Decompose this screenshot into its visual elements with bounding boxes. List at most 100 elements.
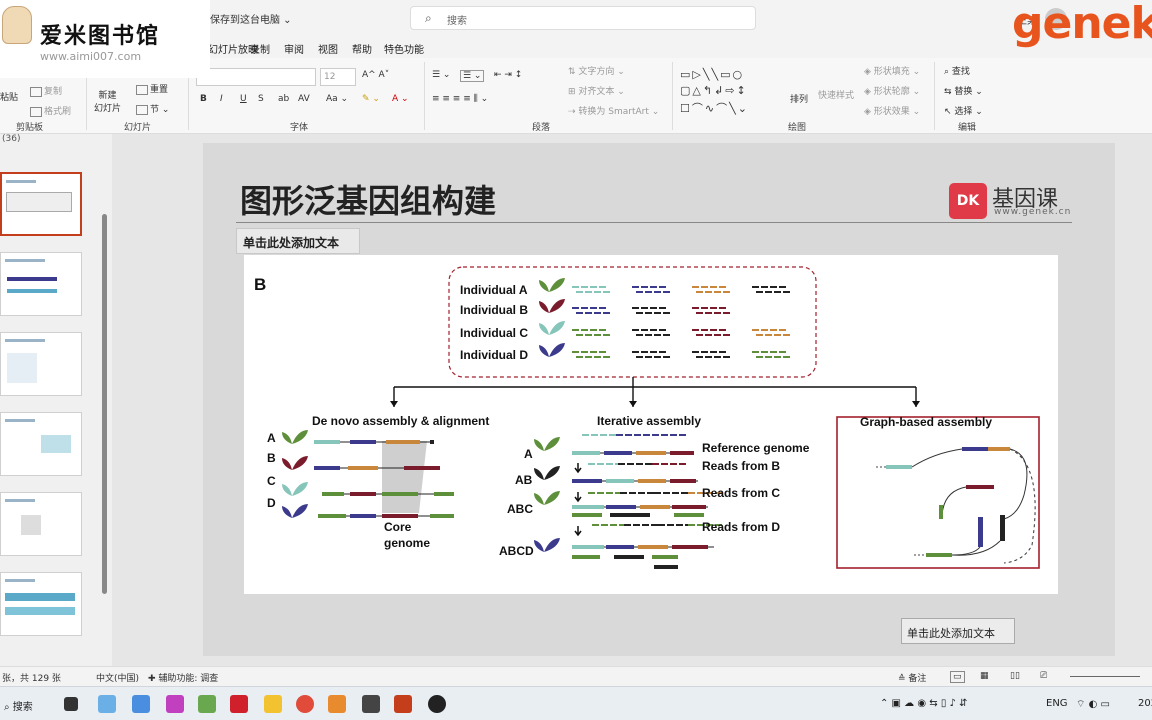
find-button[interactable]: ⌕ 查找 [944, 64, 970, 77]
select-button[interactable]: ↖ 选择 ⌄ [944, 104, 983, 117]
smartart-button[interactable]: ⇢ 转换为 SmartArt ⌄ [568, 104, 659, 117]
snipping-icon[interactable] [166, 695, 184, 713]
shapes-gallery-row3[interactable]: ☐⌒∿⌒╲⌄ [680, 100, 749, 116]
sequence-segment [926, 553, 952, 557]
read-dash [603, 312, 610, 314]
align-text-button[interactable]: ⊞ 对齐文本 ⌄ [568, 84, 625, 97]
search-input[interactable]: ⌕ 搜索 [410, 6, 756, 30]
read-dash [761, 329, 768, 331]
grow-font-button[interactable]: A^ A˅ [362, 70, 389, 80]
tray-icons[interactable]: ⌃ ▣ ☁ ◉ ⇆ ▯ ♪ ⇵ [880, 698, 967, 709]
shapes-gallery[interactable]: ▭▷╲╲▭○ [680, 68, 744, 81]
task-view-icon[interactable] [64, 697, 78, 711]
clock[interactable]: 202 [1138, 698, 1152, 709]
read-dash [774, 334, 781, 336]
notes-button[interactable]: ≙ 备注 [898, 671, 926, 684]
read-dash [705, 312, 712, 314]
normal-view-icon[interactable]: ▭ [950, 671, 965, 683]
slide-thumbnail[interactable] [0, 332, 82, 396]
divider [672, 62, 673, 130]
tab-help[interactable]: 帮助 [352, 41, 372, 56]
change-case-button[interactable]: Aa ⌄ [326, 94, 348, 104]
slide-sorter-icon[interactable]: ▦ [980, 671, 989, 681]
shapes-gallery-row2[interactable]: ▢△↰↲⇨↕ [680, 84, 748, 97]
slide-thumbnail[interactable] [0, 252, 82, 316]
section-button[interactable]: 节 ⌄ [136, 102, 169, 115]
replace-button[interactable]: ⇆ 替换 ⌄ [944, 84, 983, 97]
file-explorer-icon[interactable] [264, 695, 282, 713]
quick-styles-button[interactable]: 快速样式 [818, 88, 854, 101]
language-indicator[interactable]: 中文(中国) [96, 671, 139, 684]
strikethrough-button[interactable]: S [258, 94, 264, 104]
plant-icon [534, 538, 560, 552]
tab-view[interactable]: 视图 [318, 41, 338, 56]
align-left-icon[interactable]: ≡ ≡ ≡ ≡ ⫼ ⌄ [432, 94, 488, 104]
tab-features[interactable]: 特色功能 [384, 41, 424, 56]
taskbar-search[interactable]: ⌕ 搜索 [4, 698, 33, 713]
indent-icon[interactable]: ⇤ ⇥ ↕ [494, 70, 522, 80]
chrome-icon[interactable] [296, 695, 314, 713]
tray-network-icon[interactable]: ⌔ ◐ ▭ [1076, 698, 1110, 711]
read-dash [650, 351, 657, 353]
text-direction-button[interactable]: ⇅ 文字方向 ⌄ [568, 64, 625, 77]
chat-icon[interactable] [132, 695, 150, 713]
slideshow-icon[interactable]: ⎚ [1040, 671, 1047, 681]
spacing-button[interactable]: AV [298, 94, 310, 104]
arrange-button[interactable]: 排列 [790, 92, 808, 105]
layout-button[interactable]: 重置 [136, 82, 168, 95]
thumbnails-scrollbar[interactable] [102, 214, 107, 594]
document-title[interactable]: 保存到这台电脑 ⌄ [210, 11, 292, 26]
obs-icon[interactable] [428, 695, 446, 713]
shape-outline-button[interactable]: ◈ 形状轮廓 ⌄ [864, 84, 920, 97]
slide-thumbnail[interactable] [0, 492, 82, 556]
new-slide-button[interactable]: 新建 幻灯片 [94, 88, 121, 114]
tab-record[interactable]: 录制 [250, 41, 270, 56]
zoom-slider[interactable] [1070, 676, 1140, 677]
reading-view-icon[interactable]: ▯▯ [1010, 671, 1020, 681]
slide-thumbnail[interactable] [0, 572, 82, 636]
read-dash [670, 463, 677, 465]
ime-indicator[interactable]: ENG [1046, 698, 1068, 709]
bold-button[interactable]: B [200, 94, 207, 104]
pangenome-figure[interactable]: B Individual A Individual B Individual C… [244, 255, 1058, 594]
read-dash [645, 356, 652, 358]
numbering-icon[interactable]: ☰ ⌄ [460, 70, 485, 82]
font-color-icon[interactable]: A ⌄ [392, 94, 409, 104]
brush-icon [30, 106, 42, 117]
slide-thumbnails-panel[interactable]: (36) [0, 134, 112, 666]
read-dash [600, 434, 607, 436]
font-family-select[interactable] [196, 68, 316, 86]
tab-review[interactable]: 审阅 [284, 41, 304, 56]
char-spacing-button[interactable]: ab [278, 94, 289, 104]
divider [424, 62, 425, 130]
terminal-icon[interactable] [362, 695, 380, 713]
read-dash [636, 334, 643, 336]
read-dash [752, 329, 759, 331]
powerpoint-icon[interactable] [394, 695, 412, 713]
bullets-icon[interactable]: ☰ ⌄ [432, 70, 450, 80]
accessibility-status[interactable]: ✚ 辅助功能: 调查 [148, 671, 218, 684]
app-icon[interactable] [198, 695, 216, 713]
copy-button[interactable]: 复制 [30, 84, 62, 97]
font-size-select[interactable]: 12 [320, 68, 356, 86]
format-painter-button[interactable]: 格式刷 [30, 104, 71, 117]
paste-button[interactable]: 粘贴 [0, 90, 18, 103]
sequence-segment [434, 492, 454, 496]
read-dash [581, 329, 588, 331]
shape-effects-button[interactable]: ◈ 形状效果 ⌄ [864, 104, 920, 117]
highlight-icon[interactable]: ✎ ⌄ [362, 94, 380, 104]
shape-fill-button[interactable]: ◈ 形状填充 ⌄ [864, 64, 920, 77]
youdao-icon[interactable] [230, 695, 248, 713]
text-placeholder-top[interactable]: 单击此处添加文本 [236, 228, 360, 254]
underline-button[interactable]: U [240, 94, 247, 104]
sequence-segment [572, 505, 604, 509]
slide-thumbnail-current[interactable] [0, 172, 82, 236]
text-placeholder-bottom[interactable]: 单击此处添加文本 [901, 618, 1015, 644]
slide-thumbnail[interactable] [0, 412, 82, 476]
down-arrow [574, 492, 582, 503]
app-icon[interactable] [328, 695, 346, 713]
weather-icon[interactable] [98, 695, 116, 713]
sequence-segment [640, 505, 670, 509]
italic-button[interactable]: I [220, 94, 223, 104]
slide-title[interactable]: 图形泛基因组构建 [240, 176, 496, 222]
